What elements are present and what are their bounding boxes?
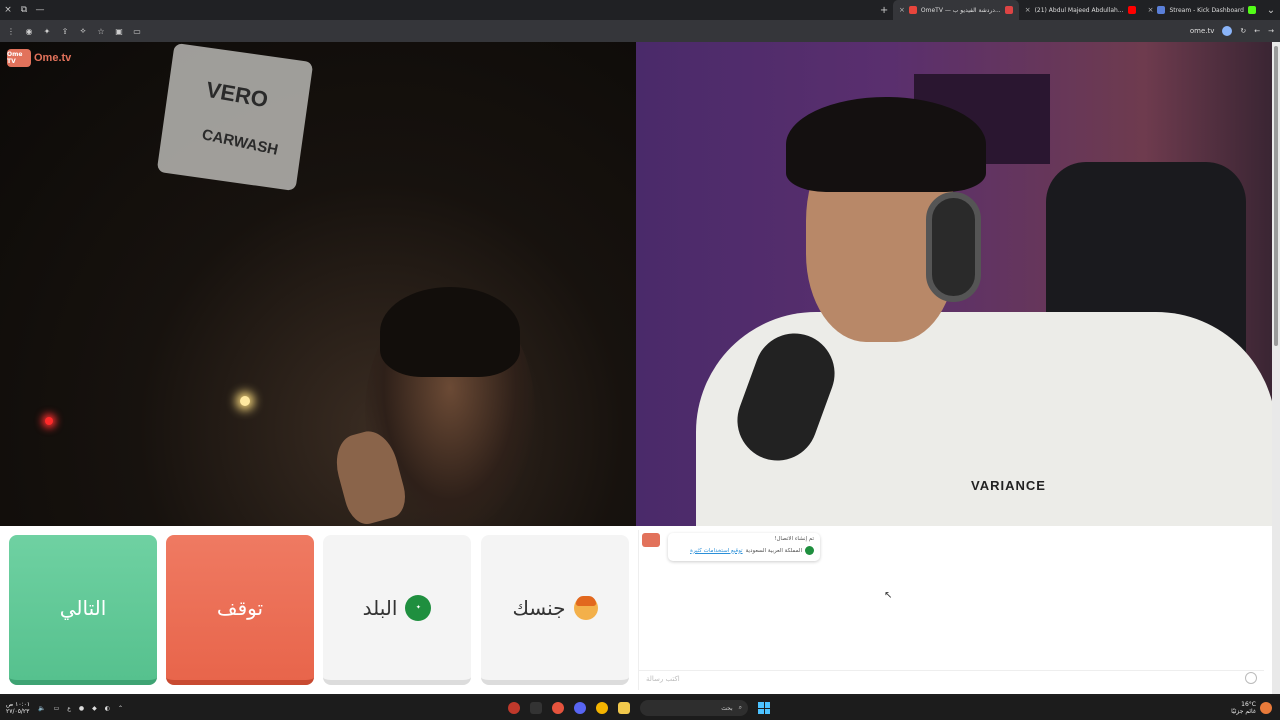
youtube-favicon-icon bbox=[1127, 6, 1136, 14]
volume-icon[interactable]: 🔈 bbox=[38, 705, 45, 712]
close-tab-icon[interactable]: × bbox=[1148, 6, 1154, 14]
brave-app-icon[interactable] bbox=[552, 702, 564, 714]
address-url[interactable]: ome.tv bbox=[1190, 27, 1215, 35]
next-label: التالي bbox=[59, 595, 107, 620]
streamer-hair bbox=[786, 97, 986, 192]
kick-logo-icon bbox=[1248, 6, 1256, 14]
clock[interactable]: ١٠:٠١ ص ٢٧/٠٥/٢٣ bbox=[6, 701, 30, 715]
chat-message-input[interactable]: اكتب رسالة bbox=[638, 670, 1264, 688]
ometv-favicon-icon bbox=[908, 6, 917, 14]
country-label: البلد bbox=[362, 595, 398, 620]
back-icon[interactable]: → bbox=[1268, 27, 1274, 35]
site-settings-icon[interactable] bbox=[1222, 26, 1233, 36]
tab-title: OmeTV — دردشة الفيديو ب... bbox=[920, 6, 1001, 14]
self-video: VARIANCE bbox=[636, 42, 1272, 526]
reload-icon[interactable]: ↻ bbox=[1240, 27, 1246, 35]
new-tab-button[interactable]: + bbox=[875, 5, 893, 16]
browser-tab-strip: × ⧉ — + × OmeTV — دردشة الفيديو ب... × (… bbox=[0, 0, 1280, 20]
search-placeholder: بحث bbox=[721, 704, 733, 712]
chat-input-placeholder: اكتب رسالة bbox=[646, 675, 680, 683]
chevron-up-icon[interactable]: ⌃ bbox=[118, 705, 123, 712]
cast-icon[interactable]: ▭ bbox=[130, 24, 144, 38]
windows-start-icon[interactable] bbox=[758, 702, 770, 714]
stranger-hair bbox=[380, 287, 520, 377]
tab-search-icon[interactable]: ⌄ bbox=[1262, 5, 1280, 16]
weather-label: غائم جزئيًا bbox=[1231, 708, 1256, 715]
next-button[interactable]: التالي bbox=[9, 535, 157, 685]
red-light bbox=[45, 417, 53, 425]
file-explorer-icon[interactable] bbox=[618, 702, 630, 714]
tab-kick[interactable]: × Stream - Kick Dashboard bbox=[1142, 0, 1262, 20]
logo-badge: Ome TV bbox=[7, 49, 31, 67]
minimize-window-icon[interactable]: — bbox=[32, 0, 48, 20]
mic-tray-icon[interactable]: ● bbox=[79, 705, 84, 712]
close-tab-icon[interactable]: × bbox=[1025, 6, 1031, 14]
tab-ometv[interactable]: × OmeTV — دردشة الفيديو ب... bbox=[893, 0, 1019, 20]
close-tab-icon[interactable]: × bbox=[899, 6, 905, 14]
gender-filter-button[interactable]: جنسك bbox=[481, 535, 629, 685]
language-indicator[interactable]: ع bbox=[67, 705, 71, 712]
discord-app-icon[interactable] bbox=[574, 702, 586, 714]
bookmark-star-icon[interactable]: ☆ bbox=[94, 24, 108, 38]
shirt-text: VARIANCE bbox=[971, 478, 1046, 493]
taskbar-search[interactable]: بحث ⌕ bbox=[640, 700, 748, 716]
ometv-logo: Ome TV Ome.tv bbox=[7, 49, 71, 67]
terminal-app-icon[interactable] bbox=[530, 702, 542, 714]
country-filter-button[interactable]: البلد ✦ bbox=[323, 535, 471, 685]
kick-favicon-icon bbox=[1157, 6, 1166, 14]
stranger-video: VERO CARWASH bbox=[0, 42, 636, 526]
ometv-avatar-icon bbox=[642, 533, 660, 547]
report-link[interactable]: توقيع استخدامات كثيرة bbox=[690, 548, 743, 554]
gender-label: جنسك bbox=[512, 595, 566, 620]
saudi-flag-mini-icon bbox=[805, 546, 814, 555]
tray-app2-icon[interactable]: ◐ bbox=[105, 705, 110, 712]
clock-date: ٢٧/٠٥/٢٣ bbox=[6, 708, 30, 715]
stop-label: توقف bbox=[216, 595, 264, 620]
tray-app-icon[interactable]: ◆ bbox=[92, 705, 97, 712]
weather-icon bbox=[1260, 702, 1272, 714]
close-window-icon[interactable]: × bbox=[0, 0, 16, 20]
emoji-icon[interactable] bbox=[1245, 672, 1257, 684]
menu-icon[interactable]: ⋮ bbox=[4, 24, 18, 38]
translate-icon[interactable]: ⟡ bbox=[76, 24, 90, 38]
weather-widget[interactable]: 16°C غائم جزئيًا bbox=[1231, 696, 1272, 720]
obs-app-icon[interactable] bbox=[508, 702, 520, 714]
address-bar: ⋮ ◉ ✦ ⇪ ⟡ ☆ ▣ ▭ ome.tv ↻ ← → bbox=[0, 20, 1280, 42]
recording-icon bbox=[1004, 6, 1013, 14]
scrollbar-thumb[interactable] bbox=[1274, 46, 1278, 346]
weather-temp: 16°C bbox=[1241, 701, 1256, 708]
street-light bbox=[240, 396, 250, 406]
system-message: تم إنشاء الاتصال! bbox=[774, 536, 814, 542]
system-message-bubble: تم إنشاء الاتصال! المملكة العربية السعود… bbox=[668, 533, 820, 561]
share-icon[interactable]: ⇪ bbox=[58, 24, 72, 38]
stop-button[interactable]: توقف bbox=[166, 535, 314, 685]
extension-icon[interactable]: ◉ bbox=[22, 24, 36, 38]
clock-time: ١٠:٠١ ص bbox=[6, 701, 31, 708]
network-icon[interactable]: ▭ bbox=[54, 705, 60, 712]
search-icon: ⌕ bbox=[738, 704, 742, 711]
tab-title: Stream - Kick Dashboard bbox=[1169, 6, 1244, 14]
page-info-icon[interactable]: ▣ bbox=[112, 24, 126, 38]
country-name: المملكة العربية السعودية bbox=[745, 547, 802, 554]
tab-title: (21) Abdul Majeed Abdullah... bbox=[1034, 6, 1124, 14]
extensions-puzzle-icon[interactable]: ✦ bbox=[40, 24, 54, 38]
windows-taskbar: ١٠:٠١ ص ٢٧/٠٥/٢٣ 🔈 ▭ ع ● ◆ ◐ ⌃ بحث ⌕ 16°… bbox=[0, 696, 1280, 720]
tab-youtube[interactable]: × (21) Abdul Majeed Abdullah... bbox=[1019, 0, 1142, 20]
chrome-app-icon[interactable] bbox=[596, 702, 608, 714]
logo-text: Ome.tv bbox=[34, 52, 72, 64]
restore-window-icon[interactable]: ⧉ bbox=[16, 0, 32, 20]
boy-face-icon bbox=[573, 595, 598, 620]
headphone bbox=[926, 192, 981, 302]
mouse-cursor-icon: ↖ bbox=[884, 590, 893, 601]
forward-icon[interactable]: ← bbox=[1254, 27, 1260, 35]
saudi-flag-icon: ✦ bbox=[405, 594, 432, 621]
